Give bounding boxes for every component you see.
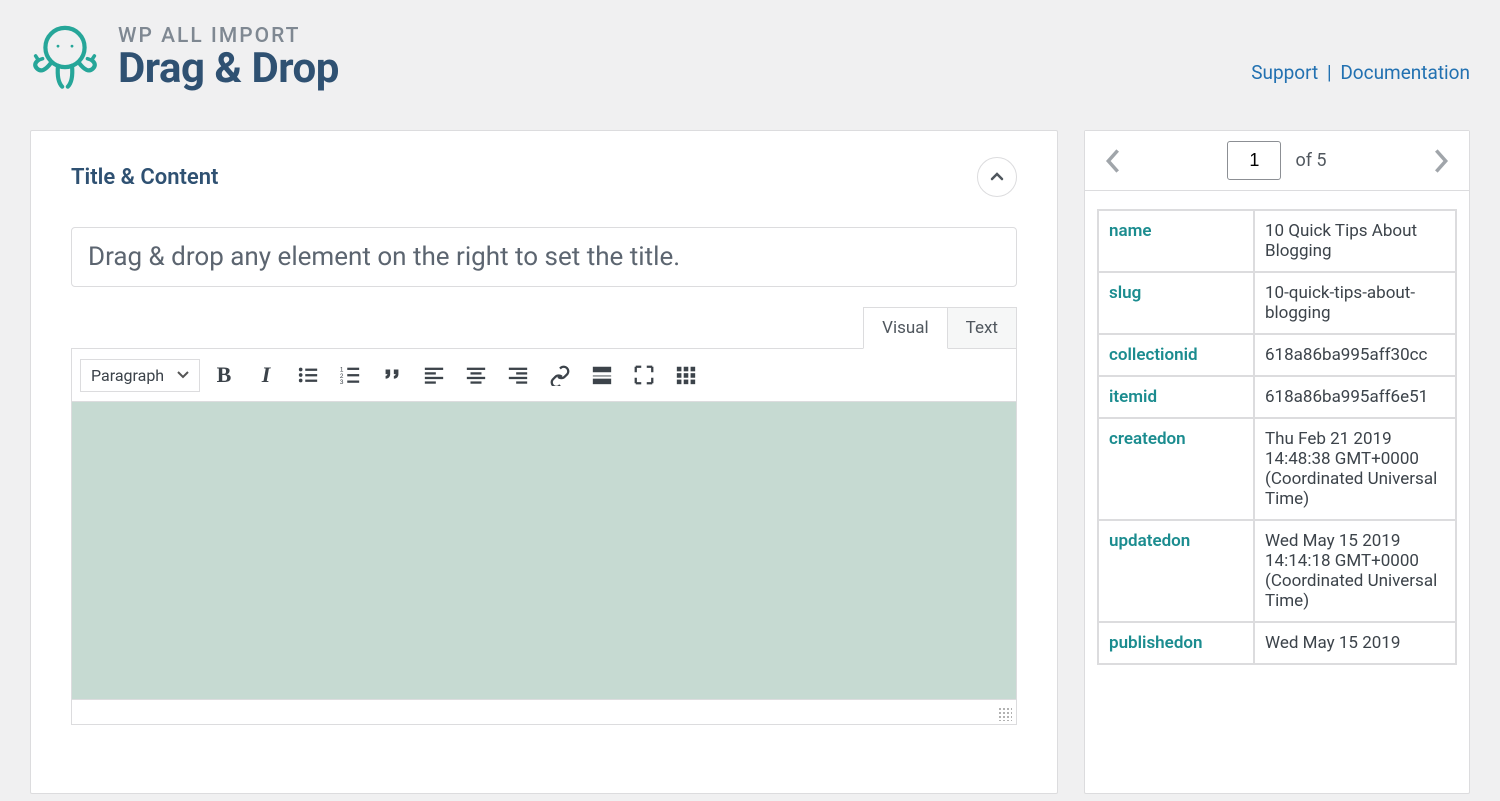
bullet-list-icon xyxy=(297,364,319,386)
align-left-icon xyxy=(423,364,445,386)
prev-record-button[interactable] xyxy=(1097,145,1129,177)
support-link[interactable]: Support xyxy=(1251,61,1318,84)
numbered-list-icon: 123 xyxy=(339,364,361,386)
chevron-up-icon xyxy=(989,169,1005,185)
title-content-panel: Title & Content Visual Text Paragraph B … xyxy=(30,130,1058,794)
page-total-label: of 5 xyxy=(1295,150,1326,171)
field-key[interactable]: collectionid xyxy=(1098,334,1254,376)
record-pager: of 5 xyxy=(1085,131,1469,191)
align-center-icon xyxy=(465,364,487,386)
chevron-left-icon xyxy=(1103,147,1123,175)
octopus-logo-icon xyxy=(30,18,100,98)
main-content: Title & Content Visual Text Paragraph B … xyxy=(0,130,1500,794)
panel-title: Title & Content xyxy=(71,165,218,190)
table-row: createdonThu Feb 21 2019 14:48:38 GMT+00… xyxy=(1098,418,1456,520)
field-key[interactable]: name xyxy=(1098,210,1254,272)
field-value[interactable]: 10-quick-tips-about-blogging xyxy=(1254,272,1456,334)
fullscreen-button[interactable] xyxy=(626,357,662,393)
field-key[interactable]: publishedon xyxy=(1098,622,1254,664)
bold-icon: B xyxy=(217,362,232,388)
field-key[interactable]: createdon xyxy=(1098,418,1254,520)
panel-heading: Title & Content xyxy=(31,131,1057,205)
link-separator: | xyxy=(1327,61,1332,84)
title-input-wrap xyxy=(31,205,1057,297)
tab-visual[interactable]: Visual xyxy=(863,307,947,349)
page-number-input[interactable] xyxy=(1227,141,1281,180)
align-right-button[interactable] xyxy=(500,357,536,393)
table-row: publishedonWed May 15 2019 xyxy=(1098,622,1456,664)
page-header: WP ALL IMPORT Drag & Drop Support | Docu… xyxy=(0,0,1500,108)
data-scroll-area[interactable]: name10 Quick Tips About Bloggingslug10-q… xyxy=(1085,191,1469,793)
table-row: itemid618a86ba995aff6e51 xyxy=(1098,376,1456,418)
field-value[interactable]: Wed May 15 2019 14:14:18 GMT+0000 (Coord… xyxy=(1254,520,1456,622)
editor-toolbar: Paragraph B I 123 xyxy=(72,349,1016,402)
align-center-button[interactable] xyxy=(458,357,494,393)
read-more-icon xyxy=(591,364,613,386)
align-right-icon xyxy=(507,364,529,386)
header-titles: WP ALL IMPORT Drag & Drop xyxy=(118,24,339,93)
format-select[interactable]: Paragraph xyxy=(80,359,200,392)
toolbar-toggle-button[interactable] xyxy=(668,357,704,393)
documentation-link[interactable]: Documentation xyxy=(1340,61,1470,84)
insert-link-button[interactable] xyxy=(542,357,578,393)
header-links: Support | Documentation xyxy=(1251,61,1470,84)
chevron-right-icon xyxy=(1431,147,1451,175)
header-left: WP ALL IMPORT Drag & Drop xyxy=(30,18,339,98)
field-key[interactable]: slug xyxy=(1098,272,1254,334)
collapse-panel-button[interactable] xyxy=(977,157,1017,197)
field-key[interactable]: itemid xyxy=(1098,376,1254,418)
table-row: name10 Quick Tips About Blogging xyxy=(1098,210,1456,272)
post-title-input[interactable] xyxy=(71,227,1017,287)
numbered-list-button[interactable]: 123 xyxy=(332,357,368,393)
editor-box: Paragraph B I 123 xyxy=(71,348,1017,725)
blockquote-button[interactable] xyxy=(374,357,410,393)
page-title: Drag & Drop xyxy=(118,44,339,93)
field-value[interactable]: 618a86ba995aff6e51 xyxy=(1254,376,1456,418)
tab-text[interactable]: Text xyxy=(948,307,1017,348)
field-value[interactable]: 10 Quick Tips About Blogging xyxy=(1254,210,1456,272)
table-row: slug10-quick-tips-about-blogging xyxy=(1098,272,1456,334)
italic-button[interactable]: I xyxy=(248,357,284,393)
table-row: updatedonWed May 15 2019 14:14:18 GMT+00… xyxy=(1098,520,1456,622)
align-left-button[interactable] xyxy=(416,357,452,393)
editor-wrap: Visual Text Paragraph B I 123 xyxy=(31,297,1057,755)
svg-text:3: 3 xyxy=(340,379,344,386)
quote-icon xyxy=(381,364,403,386)
editor-content-area[interactable] xyxy=(72,402,1016,700)
editor-tabs: Visual Text xyxy=(71,307,1017,348)
insert-more-button[interactable] xyxy=(584,357,620,393)
bullet-list-button[interactable] xyxy=(290,357,326,393)
editor-statusbar xyxy=(72,700,1016,724)
record-data-table: name10 Quick Tips About Bloggingslug10-q… xyxy=(1097,209,1457,665)
data-preview-panel: of 5 name10 Quick Tips About Bloggingslu… xyxy=(1084,130,1470,794)
field-value[interactable]: Thu Feb 21 2019 14:48:38 GMT+0000 (Coord… xyxy=(1254,418,1456,520)
italic-icon: I xyxy=(262,362,271,388)
link-icon xyxy=(549,364,571,386)
table-row: collectionid618a86ba995aff30cc xyxy=(1098,334,1456,376)
fullscreen-icon xyxy=(633,364,655,386)
kitchen-sink-icon xyxy=(675,364,697,386)
field-value[interactable]: 618a86ba995aff30cc xyxy=(1254,334,1456,376)
next-record-button[interactable] xyxy=(1425,145,1457,177)
pager-center: of 5 xyxy=(1227,141,1326,180)
bold-button[interactable]: B xyxy=(206,357,242,393)
resize-handle[interactable] xyxy=(998,707,1012,721)
field-key[interactable]: updatedon xyxy=(1098,520,1254,622)
field-value[interactable]: Wed May 15 2019 xyxy=(1254,622,1456,664)
